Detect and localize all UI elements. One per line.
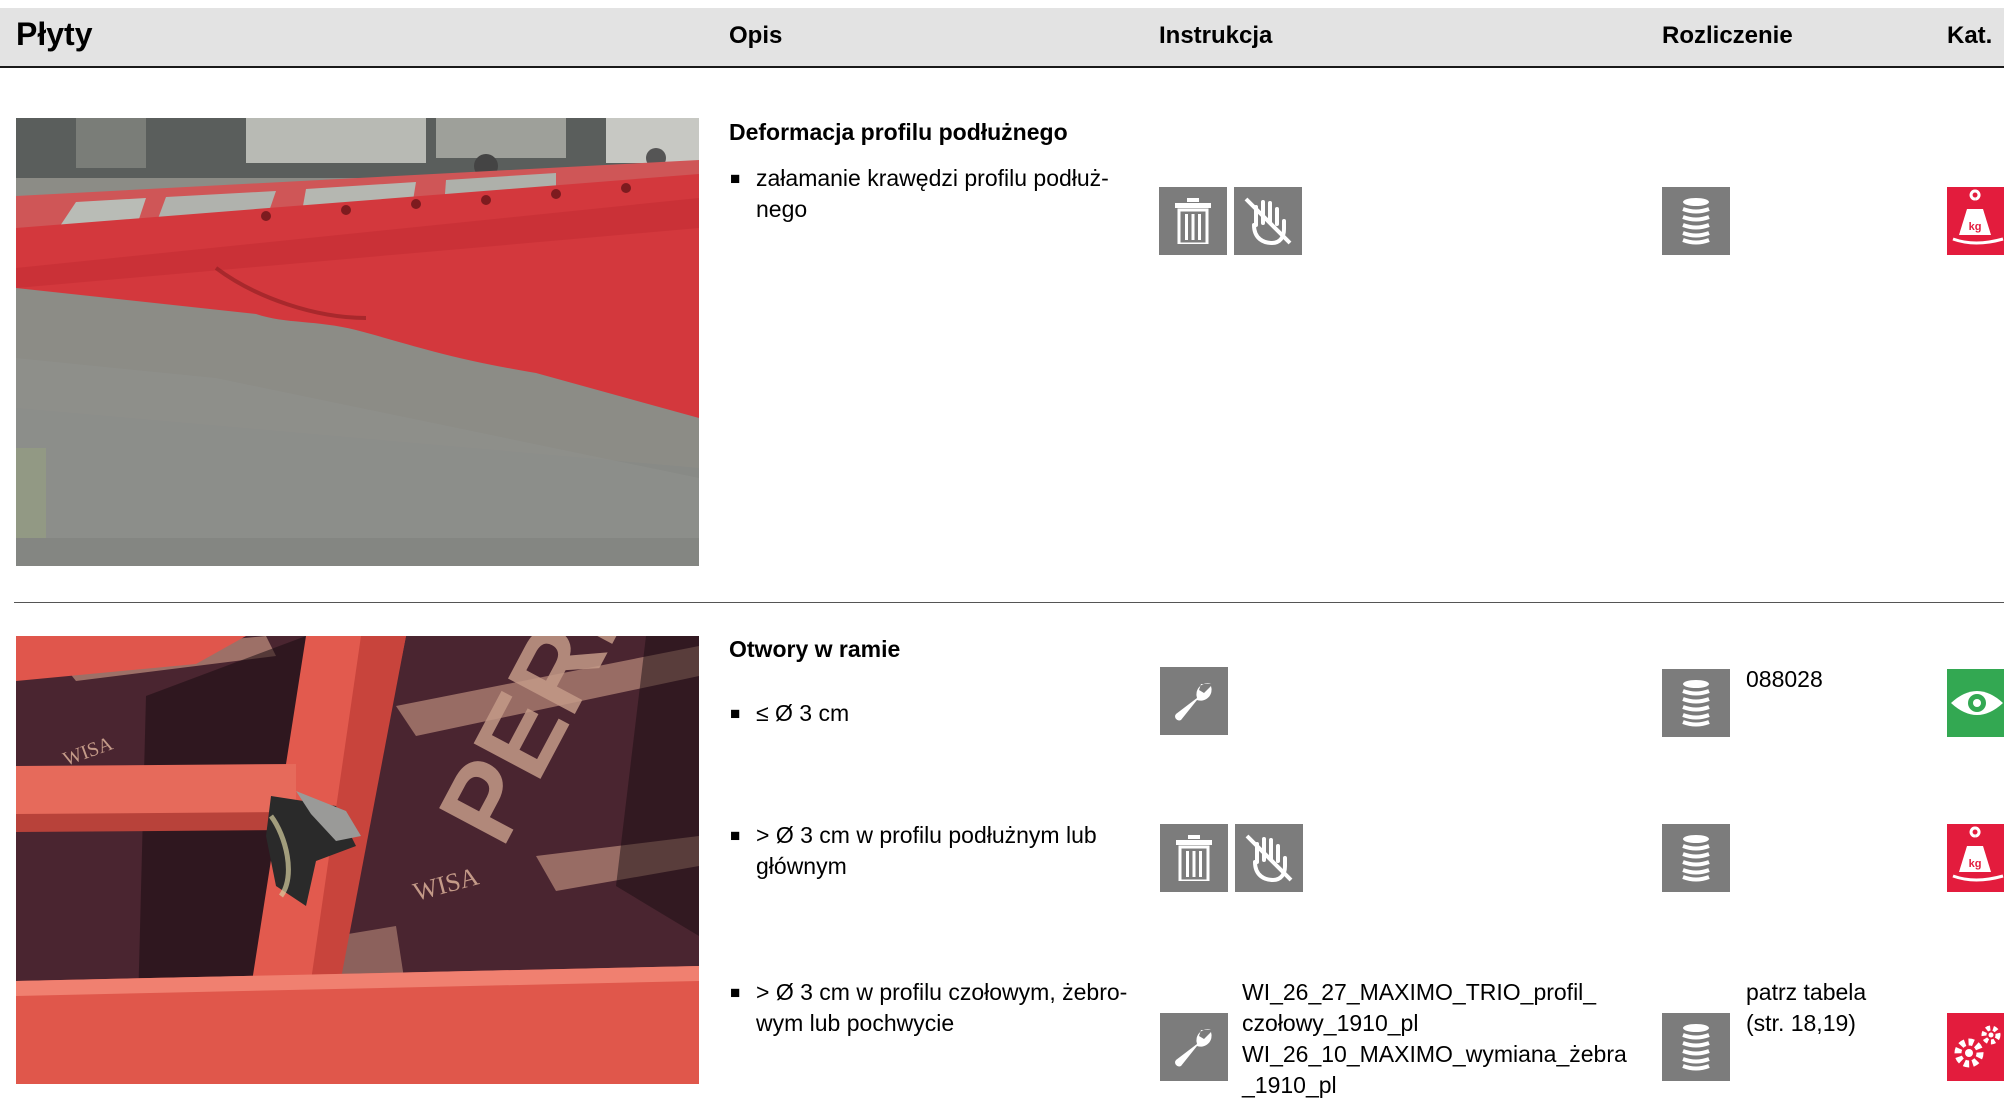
work-instruction-reference: WI_26_27_MAXIMO_TRIO_profil_ czołowy_191… (1242, 977, 1627, 1101)
stack-icon (1662, 824, 1730, 892)
settlement-reference: patrz tabela (str. 18,19) (1746, 977, 1866, 1039)
svg-text:kg: kg (1969, 858, 1982, 870)
work-instruction-line: WI_26_10_MAXIMO_wymiana_żebra (1242, 1041, 1627, 1067)
bullet-marker: ■ (730, 826, 741, 845)
no-touch-hand-icon (1235, 824, 1303, 892)
work-instruction-line: WI_26_27_MAXIMO_TRIO_profil_ (1242, 979, 1597, 1005)
bullet-marker: ■ (730, 983, 741, 1002)
eye-icon (1947, 669, 2004, 737)
list-item: ■ załamanie krawędzi profilu podłuż-nego (730, 163, 1150, 233)
list-item: ■ > Ø 3 cm w profilu podłużnym lub główn… (730, 820, 1150, 890)
column-header-rozliczenie: Rozliczenie (1662, 22, 1793, 49)
trash-icon (1160, 824, 1228, 892)
column-header-kat: Kat. (1947, 22, 1993, 49)
trash-icon (1159, 187, 1227, 255)
stack-icon (1662, 1013, 1730, 1081)
bullet-marker: ■ (730, 704, 741, 723)
list-item: ■ ≤ Ø 3 cm (730, 698, 1150, 733)
svg-text:kg: kg (1969, 221, 1982, 233)
settlement-code: 088028 (1746, 666, 1823, 692)
wrench-icon (1160, 667, 1228, 735)
section-title-holes: Otwory w ramie (729, 636, 901, 662)
bullet-marker: ■ (730, 169, 741, 188)
list-item-text: > Ø 3 cm w profilu czołowym, żebro-wym l… (756, 979, 1128, 1036)
settlement-line: (str. 18,19) (1746, 1010, 1856, 1036)
settlement-line: patrz tabela (1746, 979, 1867, 1005)
weight-kg-icon: kg (1947, 824, 2004, 892)
list-item-text: ≤ Ø 3 cm (756, 700, 850, 726)
frame-holes-photo: PERI WISA WISA (16, 636, 699, 1084)
gears-icon (1947, 1013, 2004, 1081)
deformed-longitudinal-profile-photo (16, 118, 699, 566)
wrench-icon (1160, 1013, 1228, 1081)
work-instruction-line: czołowy_1910_pl (1242, 1010, 1419, 1036)
row-divider (14, 602, 2004, 603)
list-item-text: załamanie krawędzi profilu podłuż-nego (756, 165, 1109, 222)
stack-icon (1662, 669, 1730, 737)
column-header-instrukcja: Instrukcja (1159, 22, 1273, 49)
page-title: Płyty (16, 16, 93, 52)
stack-icon (1662, 187, 1730, 255)
section-title-deformation: Deformacja profilu podłużnego (729, 119, 1068, 145)
weight-kg-icon: kg (1947, 187, 2004, 255)
list-item-text: > Ø 3 cm w profilu podłużnym lub głównym (756, 822, 1097, 879)
column-header-opis: Opis (729, 22, 783, 49)
work-instruction-line: _1910_pl (1242, 1072, 1337, 1098)
no-touch-hand-icon (1234, 187, 1302, 255)
list-item: ■ > Ø 3 cm w profilu czołowym, żebro-wym… (730, 977, 1150, 1047)
